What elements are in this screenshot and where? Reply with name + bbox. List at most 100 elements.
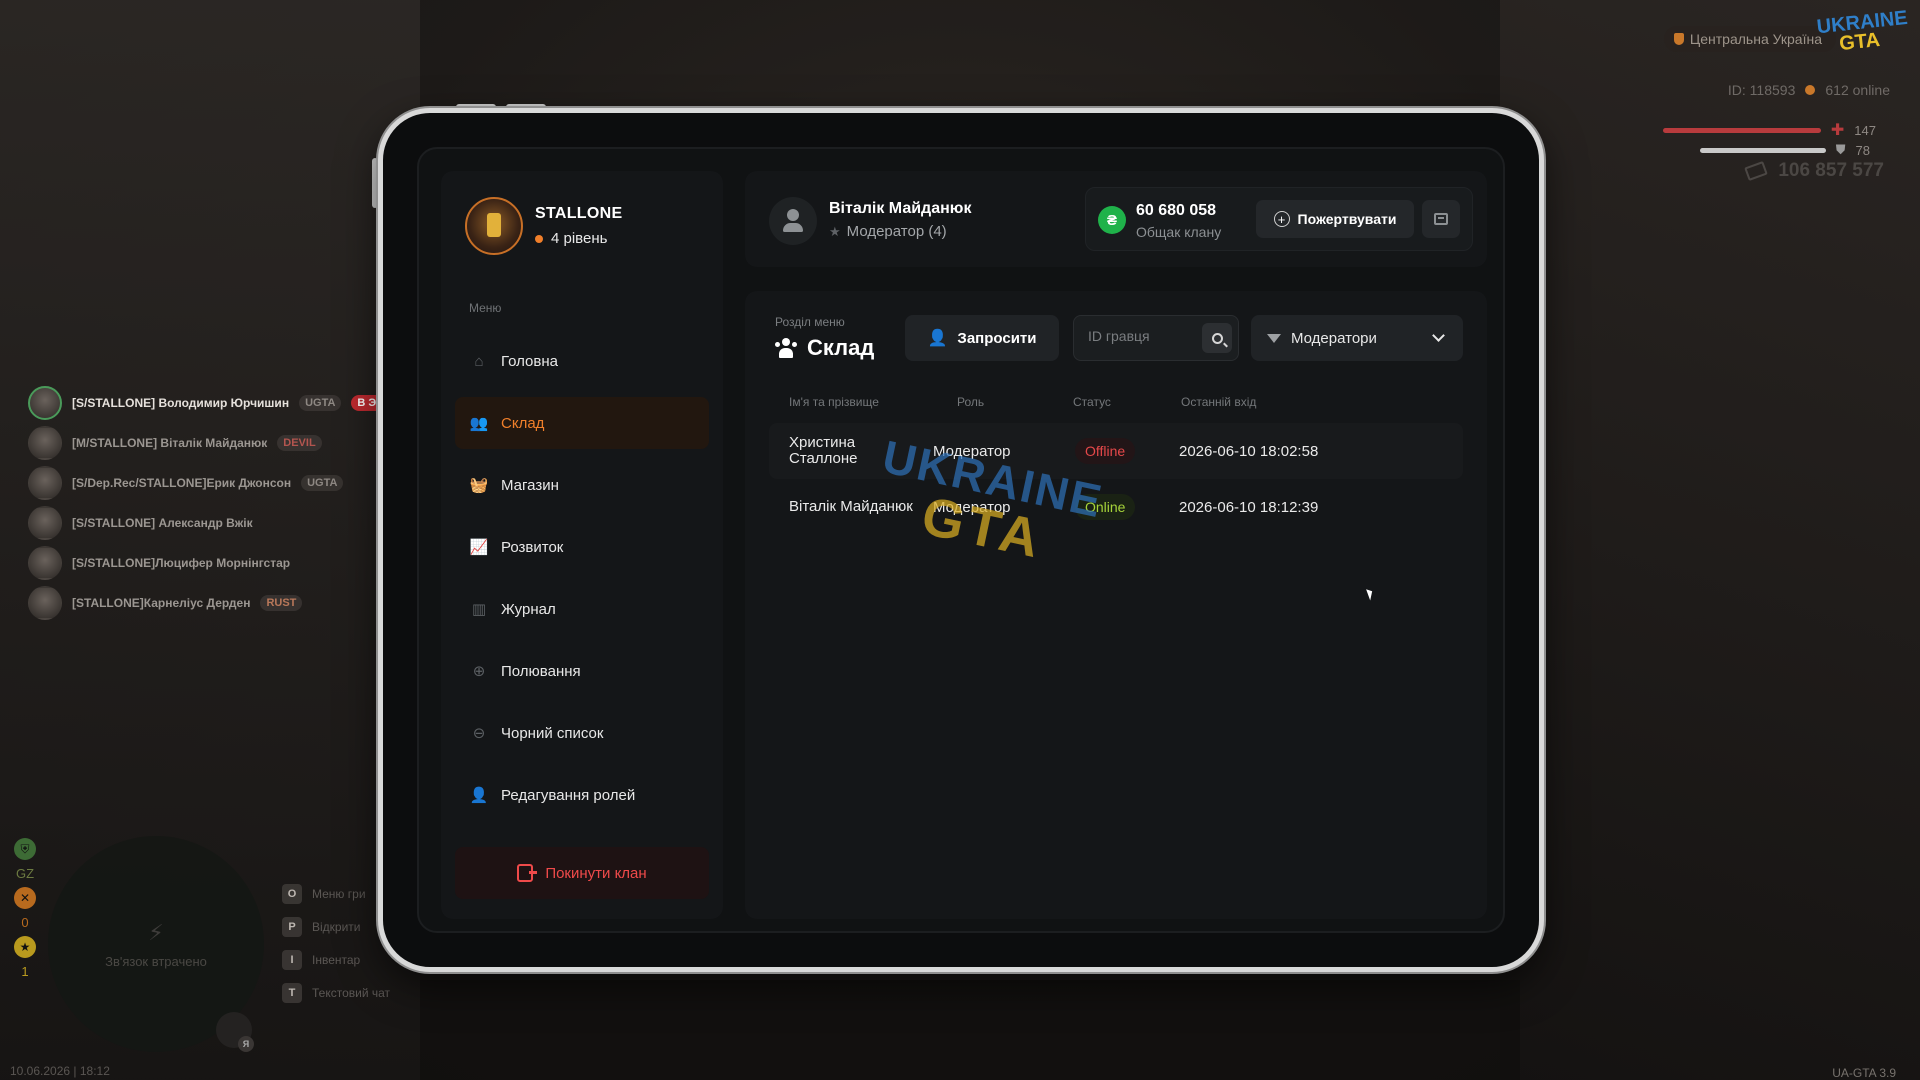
avatar: [28, 586, 62, 620]
health-bar: [1662, 127, 1821, 133]
online-count: 612 online: [1825, 82, 1890, 98]
table-row[interactable]: Христина Сталлоне Модератор Offline 2026-06…: [769, 423, 1463, 479]
donate-button[interactable]: + Пожертвувати: [1256, 200, 1414, 238]
section-title-row: Склад: [775, 335, 874, 361]
home-icon: ⌂: [474, 352, 484, 370]
invite-button[interactable]: 👤 Запросити: [905, 315, 1059, 361]
player-id-input[interactable]: [1088, 328, 1188, 344]
key-hint-row: T Текстовий чат: [282, 983, 390, 1003]
user-card: Віталік Майданюк ★ Модератор (4) ₴ 60 68…: [745, 171, 1487, 267]
sidebar-item-3[interactable]: 🧺 Магазин: [455, 459, 709, 511]
invite-label: Запросити: [957, 329, 1037, 347]
table-row[interactable]: Віталік Майданюк Модератор Online 2026-06-1…: [769, 479, 1463, 535]
exit-icon: [517, 864, 538, 882]
key-hint-label: Меню гри: [312, 887, 366, 901]
key-hint-label: Текстовий чат: [312, 986, 391, 1000]
sidebar-item-label: Полювання: [501, 662, 581, 680]
online-dot-icon: [1805, 85, 1816, 95]
status-badge: Offline: [1075, 438, 1136, 464]
leave-clan-button[interactable]: Покинути клан: [455, 847, 709, 899]
member-name: Христина Сталлоне: [789, 434, 858, 467]
mic-badge: Я: [238, 1036, 254, 1052]
sidebar-item-label: Склад: [501, 414, 545, 432]
sidebar-item-4[interactable]: 📈 Розвиток: [455, 521, 709, 573]
chevron-down-icon: [1432, 329, 1445, 342]
sidebar-item-7[interactable]: ⊖ Чорний список: [455, 707, 709, 759]
clan-avatar: [465, 197, 523, 255]
currency-icon: ₴: [1098, 206, 1126, 234]
sidebar-item-5[interactable]: ▥ Журнал: [455, 583, 709, 635]
clan-balance: ₴ 60 680 058 Общак клану + Пожертвувати: [1085, 187, 1473, 251]
key-cap: I: [282, 950, 302, 970]
player-id-row: ID: 118593 612 online: [1728, 82, 1890, 98]
user-role-row: ★ Модератор (4): [829, 223, 947, 240]
members-table: Христина Сталлоне Модератор Offline 2026-06…: [769, 423, 1463, 535]
player-id: ID: 118593: [1727, 82, 1796, 98]
green-zone-icon: ⛨: [14, 838, 36, 860]
sidebar-item-8[interactable]: 👤 Редагування ролей: [455, 769, 709, 821]
people-icon: [775, 338, 797, 358]
sidebar-item-label: Магазин: [501, 476, 559, 494]
voice-chat-item: [S/STALLONE] Александр Вжік: [28, 506, 253, 540]
role-filter-value: Модератори: [1291, 329, 1377, 347]
member-last-login: 2026-06-10 18:12:39: [1179, 498, 1319, 516]
money-value: 106 857 577: [1778, 160, 1884, 181]
sidebar-item-6[interactable]: ⊕ Полювання: [455, 645, 709, 697]
member-role: Модератор: [933, 442, 1011, 460]
voice-chat-item: [STALLONE]Карнеліус Дерден RUST: [28, 586, 303, 620]
voice-tag-badge: DEVIL: [277, 435, 322, 451]
menu-caption: Меню: [469, 301, 502, 315]
voice-player-name: [S/STALLONE]Люцифер Морнінгстар: [72, 556, 291, 570]
archive-button[interactable]: [1422, 200, 1460, 238]
user-icon-body: [783, 223, 803, 232]
armor-shield-icon: ⛊: [1835, 142, 1846, 157]
voice-tag-badge: RUST: [260, 595, 303, 611]
status-badge: Online: [1075, 494, 1136, 520]
book-icon: ▥: [471, 601, 487, 618]
key-hint-row: P Відкрити: [282, 917, 361, 937]
donate-label: Пожертвувати: [1297, 211, 1397, 227]
sidebar: STALLONE 4 рівень Меню ⌂ Головна 👥 Склад 🧺 Ма…: [441, 171, 723, 919]
voice-chat-item: [S/STALLONE] Володимир ЮрчишинUGTAВ ЭФИР…: [28, 386, 415, 420]
key-cap: T: [282, 983, 302, 1003]
server-logo: UKRAINE GTA: [1816, 7, 1909, 62]
game-version: UA-GTA 3.9: [1832, 1066, 1896, 1080]
role-filter-select[interactable]: Модератори: [1251, 315, 1463, 361]
sidebar-item-label: Журнал: [501, 600, 556, 618]
leave-clan-label: Покинути клан: [545, 864, 647, 882]
armor-value: 78: [1855, 142, 1870, 158]
block-icon: ⊖: [472, 725, 486, 742]
key-hint-row: I Інвентар: [282, 950, 360, 970]
sidebar-item-1[interactable]: ⌂ Головна: [455, 335, 709, 387]
no-signal-icon: ⚡: [148, 919, 164, 945]
user-icon-head: [787, 209, 799, 221]
balance-value: 60 680 058: [1136, 202, 1217, 219]
crosshair-icon: ⊕: [472, 663, 486, 680]
voice-chat-item: [S/Dep.Rec/STALLONE]Ерик Джонсон UGTA: [28, 466, 344, 500]
voice-player-name: [S/STALLONE] Александр Вжік: [72, 516, 253, 530]
member-name: Віталік Майданюк: [789, 498, 913, 515]
sidebar-item-2[interactable]: 👥 Склад: [455, 397, 709, 449]
player-search: [1073, 315, 1239, 361]
mic-button[interactable]: Я: [216, 1012, 254, 1052]
tablet-screen: STALLONE 4 рівень Меню ⌂ Головна 👥 Склад 🧺 Ма…: [417, 147, 1505, 933]
datetime: 10.06.2026 | 18:12: [10, 1064, 110, 1078]
archive-icon: [1434, 213, 1448, 225]
member-status: Offline: [1075, 423, 1136, 479]
section-title: Склад: [807, 335, 875, 360]
health-cross-icon: ✚: [1830, 122, 1845, 139]
user-edit-icon: 👤: [469, 787, 489, 804]
key-cap: P: [282, 917, 302, 937]
member-status: Online: [1075, 479, 1136, 535]
people-icon: 👥: [469, 415, 489, 432]
voice-chat-item: [M/STALLONE] Віталік Майданюк DEVIL: [28, 426, 322, 460]
voice-tag-badge: UGTA: [301, 475, 344, 491]
column-name: Ім'я та прізвище: [789, 395, 879, 409]
avatar: [28, 466, 62, 500]
shield-icon: [1673, 33, 1684, 45]
avatar: [28, 386, 62, 420]
star-icon: ★: [829, 223, 841, 239]
column-role: Роль: [957, 395, 985, 409]
search-button[interactable]: [1202, 323, 1232, 353]
star-icon: ★: [14, 936, 36, 958]
